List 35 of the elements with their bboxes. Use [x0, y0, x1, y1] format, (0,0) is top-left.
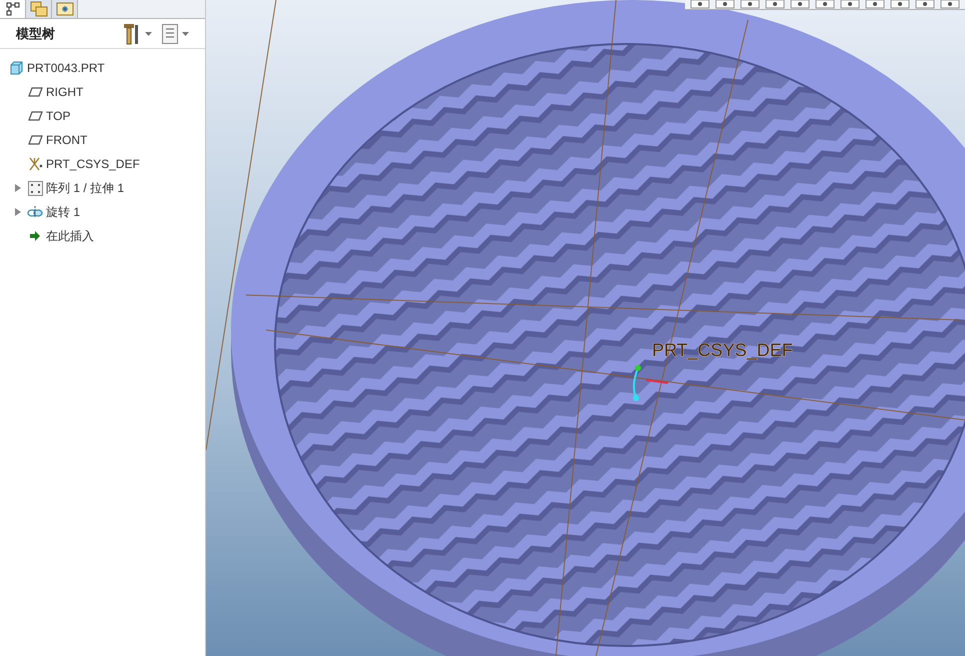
tree-item-label: PRT0043.PRT — [27, 60, 105, 77]
list-document-icon[interactable] — [162, 24, 178, 44]
plane-icon — [28, 111, 42, 121]
pattern-icon — [28, 180, 42, 196]
tree-item[interactable]: PRT_CSYS_DEF — [0, 152, 205, 176]
tree-item-label: TOP — [46, 108, 70, 125]
coordinate-system-icon — [27, 156, 43, 172]
tree-item[interactable]: RIGHT — [0, 80, 205, 104]
plane-icon — [28, 87, 42, 97]
insert-arrow-icon — [29, 230, 41, 242]
tree-item[interactable]: FRONT — [0, 128, 205, 152]
folders-icon — [30, 1, 48, 17]
cube-icon — [9, 61, 23, 75]
tree-item[interactable]: 阵列 1 / 拉伸 1 — [0, 176, 205, 200]
tree-item-label: FRONT — [46, 132, 88, 149]
plane-icon — [28, 135, 42, 145]
expand-arrow-icon[interactable] — [15, 184, 21, 192]
tree-item-label: 旋转 1 — [46, 204, 80, 221]
panel-tab[interactable] — [0, 0, 26, 18]
tree-item-label: 阵列 1 / 拉伸 1 — [46, 180, 124, 197]
panel-title: 模型树 — [16, 24, 55, 43]
tree-item-label: PRT_CSYS_DEF — [46, 156, 140, 173]
tree-icon — [6, 2, 20, 16]
tree-item[interactable]: PRT0043.PRT — [0, 56, 205, 80]
tools-icon[interactable] — [123, 22, 141, 44]
star-card-icon — [56, 2, 74, 16]
tree-item-label: 在此插入 — [46, 228, 94, 245]
dropdown-caret-icon[interactable] — [182, 32, 189, 36]
tree-item[interactable]: 在此插入 — [0, 224, 205, 248]
revolve-icon — [27, 206, 43, 218]
tree-item[interactable]: TOP — [0, 104, 205, 128]
tree-item-label: RIGHT — [46, 84, 84, 101]
tree-item[interactable]: 旋转 1 — [0, 200, 205, 224]
dropdown-caret-icon[interactable] — [145, 32, 152, 36]
expand-arrow-icon[interactable] — [15, 208, 21, 216]
